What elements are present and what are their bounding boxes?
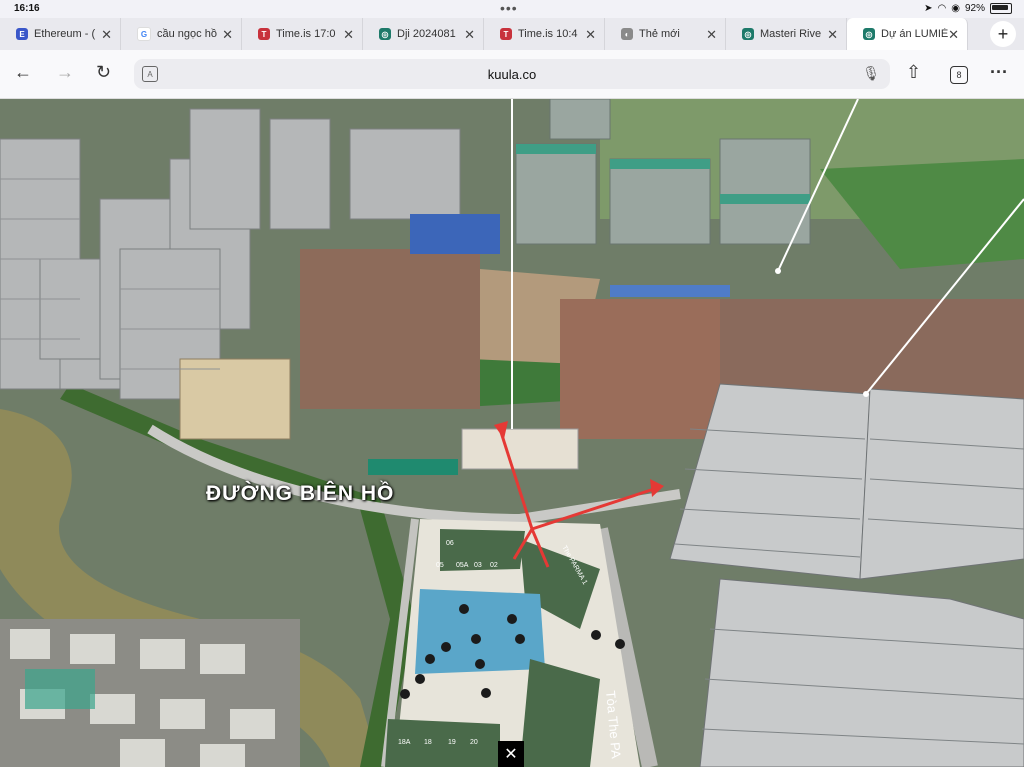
tab-title: Dự án LUMIÈ	[881, 28, 949, 40]
time-is-favicon-icon: T	[258, 28, 270, 40]
share-icon[interactable]: ⇧	[906, 62, 921, 83]
plot-label: 06	[446, 540, 454, 547]
tab-ethereum[interactable]: E Ethereum - ( ✕	[0, 18, 121, 50]
plot-label: 19	[448, 739, 456, 746]
plot-label: 20	[470, 739, 478, 746]
back-arrow-icon[interactable]: ←	[14, 62, 32, 83]
kuula-favicon-icon: ◎	[742, 28, 754, 40]
tab-bar: E Ethereum - ( ✕ G cầu ngọc hồ ✕ T Time.…	[0, 18, 1024, 50]
plot-label: 18	[424, 739, 432, 746]
focus-icon: ◉	[951, 3, 960, 14]
tab-time-is-2[interactable]: T Time.is 10:4 ✕	[484, 18, 605, 50]
kuula-favicon-icon: ◎	[863, 28, 875, 40]
microphone-icon[interactable]: 🎙	[862, 65, 880, 82]
plot-label: 05A	[456, 562, 469, 569]
tab-title: Dji 2024081	[397, 28, 456, 40]
close-icon[interactable]: ✕	[101, 27, 112, 43]
tab-masteri[interactable]: ◎ Masteri Rive ✕	[726, 18, 847, 50]
tab-title: cầu ngọc hồ	[157, 28, 217, 40]
close-icon[interactable]: ✕	[585, 27, 596, 43]
tab-time-is-1[interactable]: T Time.is 17:0 ✕	[242, 18, 363, 50]
plot-label: 02	[490, 562, 498, 569]
tab-title: Masteri Rive	[760, 28, 822, 40]
tab-title: Time.is 17:0	[276, 28, 336, 40]
wifi-icon: ◠	[937, 3, 947, 14]
tab-google-search[interactable]: G cầu ngọc hồ ✕	[121, 18, 242, 50]
multitask-dots-icon[interactable]: •••	[500, 0, 518, 16]
compass-favicon-icon: ◐	[621, 28, 633, 40]
panorama-viewer[interactable]: 06 05 05A 03 02 18A 18 19 20 The PARMA 1…	[0, 99, 1024, 767]
new-tab-plus-icon[interactable]: +	[990, 21, 1016, 47]
hotspot-dot[interactable]	[863, 391, 869, 397]
plot-label: 03	[474, 562, 482, 569]
close-icon[interactable]: ✕	[343, 27, 354, 43]
browser-toolbar: ← → ↻ A kuula.co 🎙 ⇧ 8 ···	[0, 50, 1024, 99]
hotspot-dot[interactable]	[775, 268, 781, 274]
tab-new-tab[interactable]: ◐ Thẻ mới ✕	[605, 18, 726, 50]
url-text: kuula.co	[487, 67, 537, 82]
close-icon[interactable]: ✕	[948, 27, 959, 43]
forward-arrow-icon[interactable]: →	[56, 62, 74, 83]
close-icon[interactable]: ✕	[706, 27, 717, 43]
battery-percent: 92%	[964, 3, 985, 14]
location-icon: ➤	[924, 3, 933, 14]
tab-lumiere-active[interactable]: ◎ Dự án LUMIÈ ✕	[847, 18, 968, 50]
battery-icon	[990, 3, 1012, 14]
tab-title: Time.is 10:4	[518, 28, 578, 40]
reload-icon[interactable]: ↻	[96, 62, 111, 83]
plot-label: 05	[436, 562, 444, 569]
close-icon[interactable]: ✕	[827, 27, 838, 43]
tab-dji[interactable]: ◎ Dji 2024081 ✕	[363, 18, 484, 50]
close-icon[interactable]: ✕	[222, 27, 233, 43]
status-time: 16:16	[14, 3, 40, 14]
kuula-favicon-icon: ◎	[379, 28, 391, 40]
status-indicators: ➤ ◠ ◉ 92%	[924, 3, 1012, 14]
google-favicon-icon: G	[137, 27, 151, 41]
time-is-favicon-icon: T	[500, 28, 512, 40]
ethereum-favicon-icon: E	[16, 28, 28, 40]
road-label: ĐƯỜNG BIÊN HỒ	[206, 482, 395, 505]
plot-label: 18A	[398, 739, 411, 746]
tab-count-button[interactable]: 8	[950, 66, 968, 84]
tab-title: Thẻ mới	[639, 28, 680, 40]
aerial-panorama[interactable]: 06 05 05A 03 02 18A 18 19 20 The PARMA 1…	[0, 99, 1024, 767]
close-icon[interactable]: ✕	[498, 741, 524, 767]
status-bar: 16:16 ••• ➤ ◠ ◉ 92%	[0, 0, 1024, 18]
address-bar[interactable]: A kuula.co 🎙	[134, 59, 890, 89]
tab-title: Ethereum - (	[34, 28, 96, 40]
more-icon[interactable]: ···	[990, 62, 1008, 83]
close-icon[interactable]: ✕	[464, 27, 475, 43]
